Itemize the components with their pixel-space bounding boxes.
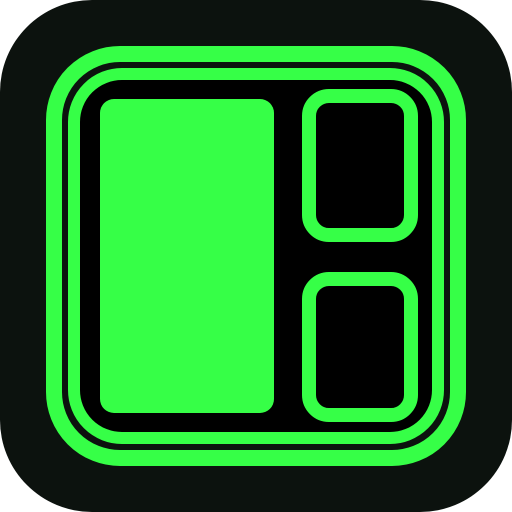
bottom-right-panel <box>302 272 418 422</box>
left-panel <box>100 99 274 413</box>
top-right-panel <box>302 89 418 242</box>
layout-panels-icon <box>0 0 512 512</box>
app-icon <box>0 0 512 512</box>
